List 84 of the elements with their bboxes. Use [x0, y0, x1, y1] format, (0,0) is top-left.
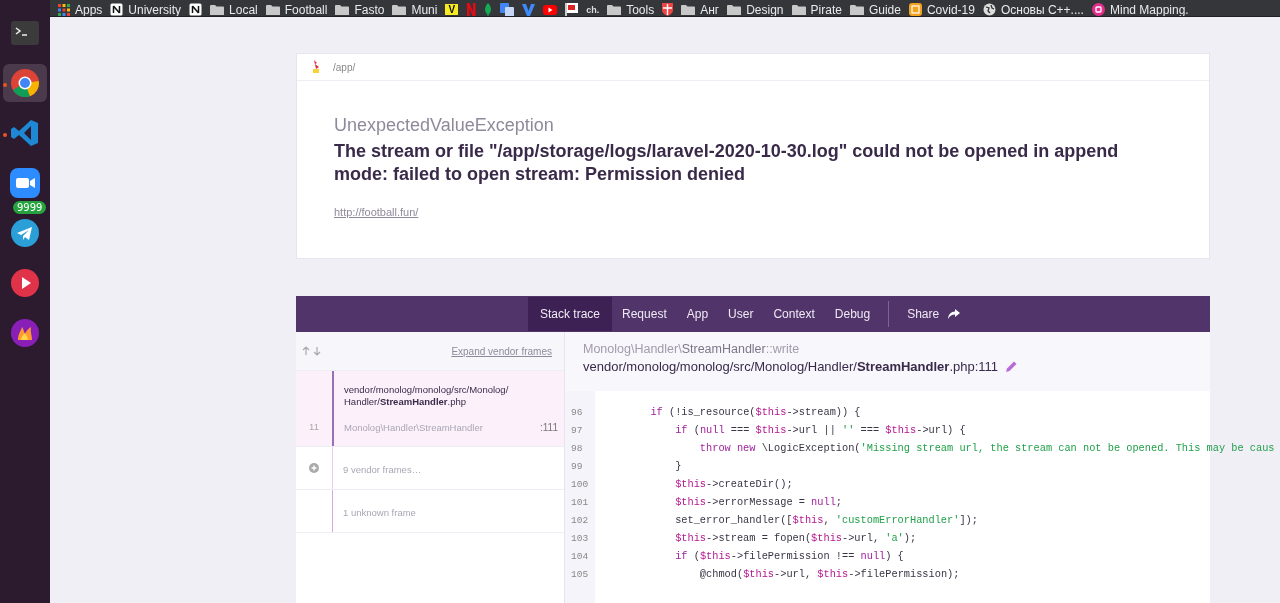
overlapping-squares-icon: [500, 3, 515, 17]
folder-icon: [849, 3, 864, 16]
code-line: if (null === $this->url || '' === $this->url) {: [674, 424, 966, 436]
code-line: if ($this->filePermission !== null) {: [674, 550, 904, 562]
bookmark[interactable]: Анг: [677, 3, 724, 17]
url-link[interactable]: http://football.fun/: [334, 206, 419, 218]
bookmark[interactable]: University: [106, 3, 186, 17]
bookmark[interactable]: Design: [723, 3, 788, 17]
frame-line-number: :111: [540, 422, 558, 433]
bookmark[interactable]: Apps: [54, 3, 107, 17]
code-line: }: [674, 460, 682, 472]
bookmark[interactable]: Football: [261, 3, 332, 17]
code-line: if (!is_resource($this->stream)) {: [649, 406, 861, 418]
line-number: 105: [570, 568, 590, 580]
line-number: 103: [570, 532, 590, 544]
frame-group-label: 1 unknown frame: [343, 507, 416, 518]
frame-class: Monolog\Handler\StreamHandler: [344, 422, 483, 433]
tab[interactable]: Context: [763, 297, 825, 331]
v-shape-icon: [522, 3, 536, 16]
line-number: 99: [570, 460, 584, 472]
tab[interactable]: User: [718, 297, 764, 331]
letter-n-icon: [466, 3, 477, 17]
bookmark[interactable]: Covid-19: [904, 3, 979, 17]
bookmark[interactable]: Guide: [845, 3, 905, 17]
plus-circle-icon: [309, 463, 319, 473]
file-path: vendor/monolog/monolog/src/Monolog/Handler/StreamHandler.php:111: [583, 359, 999, 374]
line-number: 98: [570, 442, 584, 454]
bookmark-text-mark: ch.: [586, 4, 600, 15]
share-button[interactable]: Share: [897, 297, 971, 331]
logo-icon: [311, 60, 321, 74]
frame-file-path: vendor/monolog/monolog/src/Monolog/Handler/StreamHandler.php: [344, 384, 510, 408]
tab[interactable]: Request: [612, 297, 677, 331]
shield-icon: [662, 3, 674, 17]
bookmark[interactable]: V: [441, 4, 463, 16]
folder-icon: [727, 3, 742, 16]
code-line: $this->errorMessage = null;: [674, 496, 842, 508]
bookmark[interactable]: Muni: [388, 3, 442, 17]
exception-message: The stream or file "/app/storage/logs/laravel-2020-10-30.log" could not be opened in append mode: failed to open stream: Permission denied: [334, 140, 1120, 186]
letter-n-icon: [189, 3, 203, 17]
bookmark[interactable]: Основы C++....: [978, 3, 1088, 17]
code-line: set_error_handler([$this, 'customErrorHandler']);: [674, 514, 978, 526]
tab[interactable]: Debug: [824, 297, 881, 331]
code-line: $this->stream = fopen($this->url, 'a');: [674, 532, 917, 544]
line-number: 101: [570, 496, 590, 508]
flag-icon: [565, 3, 579, 17]
tab[interactable]: Stack trace: [528, 297, 613, 331]
method-name: Monolog\Handler\StreamHandler::write: [583, 342, 801, 356]
line-number: 100: [570, 478, 590, 490]
folder-icon: [265, 3, 280, 16]
line-number: 102: [570, 514, 590, 526]
frame-number: 11: [309, 421, 319, 432]
line-number: 96: [570, 406, 584, 418]
play-icon: [543, 4, 558, 15]
pencil-icon[interactable]: [1006, 361, 1018, 372]
apps-grid-icon: [58, 3, 70, 16]
bookmark[interactable]: Local: [206, 3, 262, 17]
folder-icon: [335, 3, 350, 16]
bookmark-letter-mark: V: [445, 4, 459, 16]
folder-icon: [392, 3, 407, 16]
dock-app-icon[interactable]: [3, 64, 47, 102]
bookmark[interactable]: Fasto: [331, 3, 389, 17]
leaf-icon: [484, 3, 493, 17]
square-icon: [908, 3, 922, 17]
stack-frame[interactable]: 11 vendor/monolog/monolog/src/Monolog/Handler/StreamHandler.php Monolog\Handler\StreamHandler :111: [296, 371, 564, 447]
folder-icon: [210, 3, 225, 16]
code-line: $this->createDir();: [674, 478, 793, 490]
share-icon: [948, 308, 961, 320]
frame-group-label: 9 vendor frames…: [343, 464, 422, 475]
line-number: 104: [570, 550, 590, 562]
folder-icon: [681, 3, 696, 16]
bookmark[interactable]: Tools: [603, 3, 659, 17]
line-number: 97: [570, 424, 584, 436]
request-path: /app/: [333, 61, 356, 73]
bookmark[interactable]: Mind Mapping.: [1087, 3, 1193, 17]
bookmark[interactable]: Pirate: [787, 3, 846, 17]
tab[interactable]: App: [676, 297, 719, 331]
code-line: throw new \LogicException('Missing stream url, the stream can not be opened. This may be caus: [698, 442, 1275, 454]
exception-class: UnexpectedValueException: [334, 115, 555, 136]
bookmark[interactable]: ch.: [582, 4, 604, 15]
code-line: @chmod($this->url, $this->filePermission);: [698, 568, 960, 580]
letter-n-icon: [110, 3, 124, 17]
folder-icon: [791, 3, 806, 16]
unread-count-badge: 9999: [13, 201, 47, 214]
folder-icon: [607, 3, 622, 16]
